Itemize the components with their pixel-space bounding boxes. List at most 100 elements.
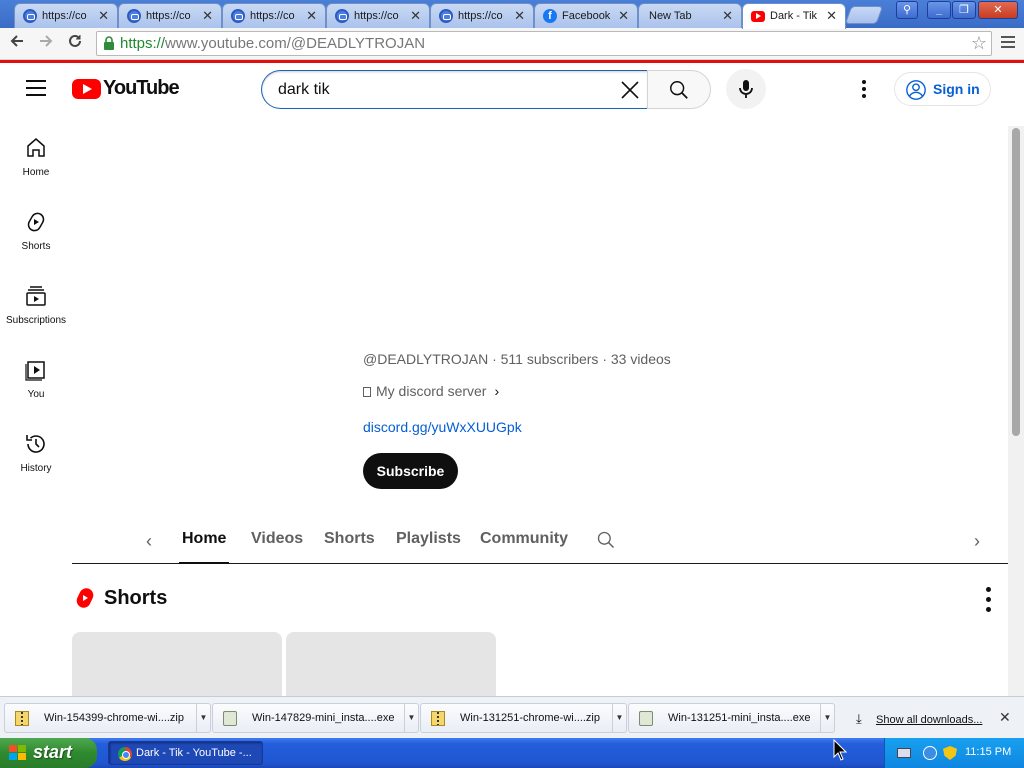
download-item[interactable]: Win-131251-mini_insta....exe ▼	[628, 703, 835, 733]
window-close-button[interactable]: ✕	[978, 1, 1018, 19]
generic-page-icon	[127, 9, 141, 23]
sidebar-item-label: Subscriptions	[5, 315, 67, 326]
home-icon	[27, 138, 45, 157]
sidebar-item-subscriptions[interactable]: Subscriptions	[0, 274, 72, 344]
sidebar-item-label: Shorts	[21, 241, 51, 252]
clock: 11:15 PM	[965, 746, 1012, 758]
tab-close-icon[interactable]: ✕	[410, 8, 421, 24]
sign-in-button[interactable]: Sign in	[894, 72, 991, 106]
tab-videos[interactable]: Videos	[251, 530, 303, 548]
lock-icon	[104, 36, 114, 50]
back-button[interactable]	[6, 33, 28, 55]
discord-link[interactable]: discord.gg/yuWxXUUGpk	[363, 419, 522, 435]
tab-close-icon[interactable]: ✕	[826, 8, 837, 24]
microphone-icon	[739, 80, 753, 98]
tab-close-icon[interactable]: ✕	[202, 8, 213, 24]
tab-close-icon[interactable]: ✕	[98, 8, 109, 24]
search-input[interactable]	[278, 79, 608, 101]
youtube-icon	[751, 11, 765, 22]
tab-shorts[interactable]: Shorts	[324, 530, 375, 548]
dropdown-arrow-icon[interactable]: ▼	[820, 704, 834, 732]
shorts-more-button[interactable]	[978, 584, 998, 612]
close-downloads-icon[interactable]: ✕	[999, 709, 1011, 726]
download-item[interactable]: Win-131251-chrome-wi....zip ▼	[420, 703, 627, 733]
reload-icon	[69, 34, 81, 47]
chevron-right-icon: ›	[494, 383, 500, 399]
link-glyph-icon	[363, 387, 371, 397]
channel-link-title: My discord server	[376, 383, 487, 399]
subscribe-button[interactable]: Subscribe	[363, 453, 458, 489]
youtube-page: YouTube Sign in Home Shorts Subscription…	[0, 63, 1024, 696]
voice-search-button[interactable]	[726, 69, 766, 109]
tab-community[interactable]: Community	[480, 530, 568, 548]
restore-button[interactable]: ❐	[952, 1, 976, 19]
close-icon	[621, 81, 639, 99]
subscriptions-icon	[26, 286, 46, 306]
forward-arrow-icon	[40, 35, 53, 47]
short-thumbnail[interactable]	[72, 632, 282, 696]
download-item[interactable]: Win-147829-mini_insta....exe ▼	[212, 703, 419, 733]
dropdown-arrow-icon[interactable]: ▼	[612, 704, 626, 732]
new-tab-button[interactable]	[844, 6, 884, 24]
start-button[interactable]: start	[0, 738, 97, 768]
generic-page-icon	[23, 9, 37, 23]
youtube-wordmark: YouTube	[103, 77, 180, 99]
channel-link-summary[interactable]: My discord server ›	[363, 383, 499, 399]
tab-close-icon[interactable]: ✕	[722, 8, 733, 24]
browser-tab-facebook[interactable]: f Facebook ✕	[534, 3, 638, 28]
chevron-left-icon[interactable]: ‹	[146, 531, 152, 552]
dropdown-arrow-icon[interactable]: ▼	[196, 704, 210, 732]
sidebar-item-home[interactable]: Home	[0, 126, 72, 196]
settings-more-button[interactable]	[852, 77, 876, 101]
back-arrow-tray-icon[interactable]	[923, 746, 937, 760]
download-item[interactable]: Win-154399-chrome-wi....zip ▼	[4, 703, 211, 733]
tab-home[interactable]: Home	[178, 530, 230, 564]
search-button[interactable]	[647, 70, 711, 109]
show-all-downloads-link[interactable]: ⤓ Show all downloads...	[856, 711, 982, 727]
browser-tab-4[interactable]: https://co ✕	[326, 3, 430, 28]
tab-close-icon[interactable]: ✕	[306, 8, 317, 24]
forward-button[interactable]	[35, 33, 57, 55]
browser-tab-youtube-active[interactable]: Dark - Tik ✕	[742, 3, 846, 29]
clear-search-button[interactable]	[614, 74, 646, 106]
search-icon[interactable]	[596, 530, 616, 550]
download-icon: ⤓	[856, 711, 862, 726]
search-box[interactable]	[261, 70, 648, 109]
guide-menu-button[interactable]	[24, 80, 48, 98]
browser-tab-title: https://co	[250, 10, 295, 22]
browser-tab-new-tab[interactable]: New Tab ✕	[638, 3, 742, 28]
page-scrollbar[interactable]	[1008, 126, 1024, 696]
sidebar-item-history[interactable]: History	[0, 422, 72, 492]
taskbar-chrome-window[interactable]: Dark - Tik - YouTube -...	[108, 741, 263, 765]
download-filename: Win-154399-chrome-wi....zip	[44, 712, 184, 724]
chevron-right-icon[interactable]: ›	[974, 531, 980, 552]
sidebar-item-shorts[interactable]: Shorts	[0, 200, 72, 270]
address-bar[interactable]: https://www.youtube.com/@DEADLYTROJAN ☆	[96, 31, 992, 56]
tab-close-icon[interactable]: ✕	[514, 8, 525, 24]
channel-header: @DEADLYTROJAN · 511 subscribers · 33 vid…	[363, 351, 963, 489]
tab-playlists[interactable]: Playlists	[396, 530, 461, 548]
generic-page-icon	[231, 9, 245, 23]
browser-tab-3[interactable]: https://co ✕	[222, 3, 326, 28]
dropdown-arrow-icon[interactable]: ▼	[404, 704, 418, 732]
chrome-menu-button[interactable]	[998, 33, 1018, 53]
system-tray: 11:15 PM	[884, 738, 1024, 768]
browser-tab-2[interactable]: https://co ✕	[118, 3, 222, 28]
keyboard-icon[interactable]	[897, 748, 911, 758]
browser-tab-5[interactable]: https://co ✕	[430, 3, 534, 28]
scrollbar-thumb[interactable]	[1012, 128, 1020, 436]
profile-icon[interactable]: ⚲	[896, 1, 918, 19]
tab-close-icon[interactable]: ✕	[618, 8, 629, 24]
minimize-button[interactable]: _	[927, 1, 951, 19]
bookmark-star-icon[interactable]: ☆	[971, 33, 987, 54]
browser-tab-title: New Tab	[649, 10, 692, 22]
reload-button[interactable]	[64, 33, 86, 55]
sidebar-item-you[interactable]: You	[0, 348, 72, 418]
browser-tab-title: https://co	[42, 10, 87, 22]
security-shield-icon[interactable]	[943, 746, 957, 760]
more-vert-icon	[862, 80, 866, 98]
url-text: https://www.youtube.com/@DEADLYTROJAN	[120, 35, 426, 52]
browser-tab-1[interactable]: https://co ✕	[14, 3, 118, 28]
short-thumbnail[interactable]	[286, 632, 496, 696]
channel-tabs: ‹ Home Videos Shorts Playlists Community…	[72, 518, 1008, 564]
